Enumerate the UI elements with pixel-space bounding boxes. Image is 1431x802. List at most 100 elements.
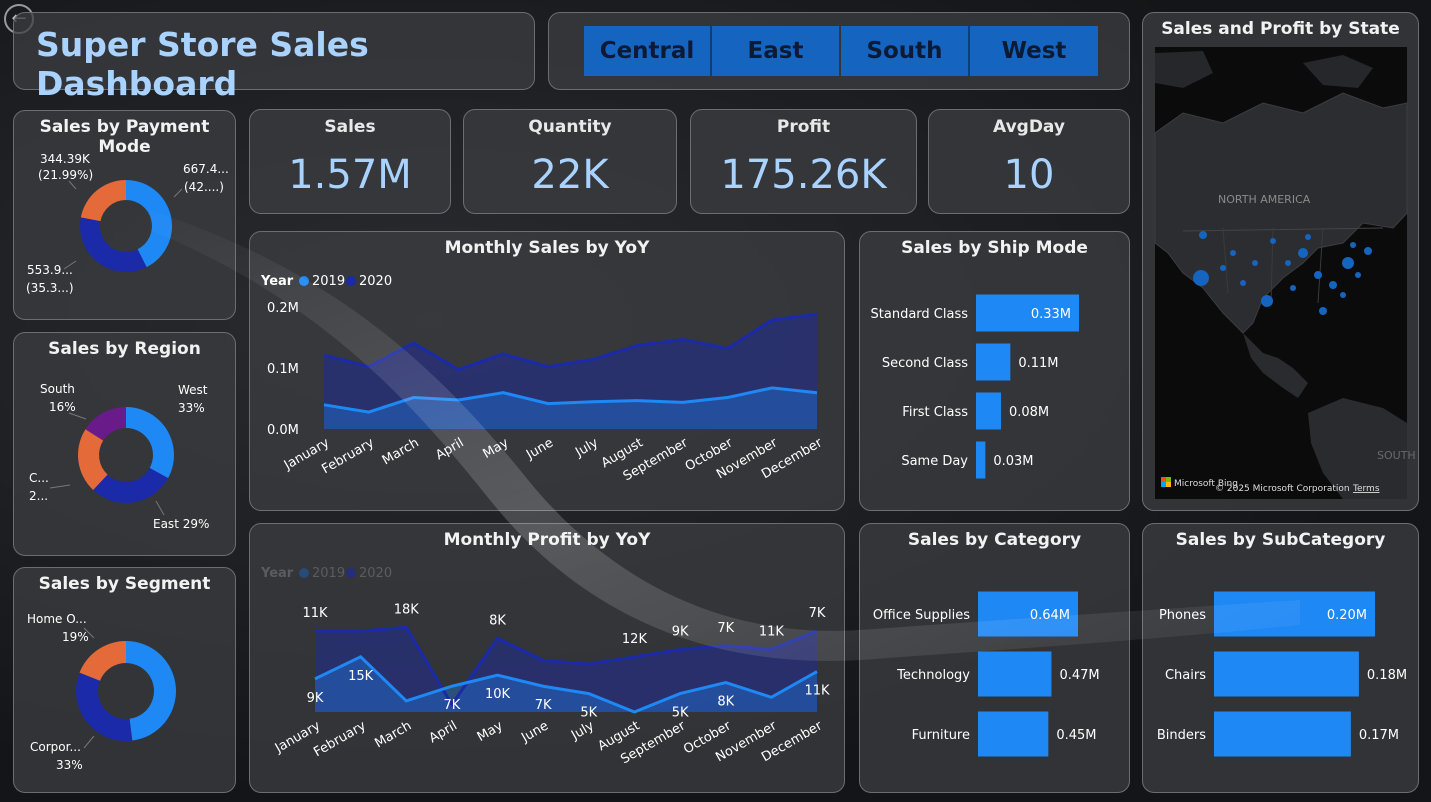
donut-label: East 29% [153, 517, 209, 531]
state-bubble[interactable] [1252, 260, 1258, 266]
donut-label: Home O... [27, 612, 87, 626]
region-card: Sales by Region South 16% West 33% C... … [13, 332, 236, 556]
segment-donut-chart: Home O... 19% Corpor... 33% [27, 612, 177, 772]
state-bubble[interactable] [1285, 260, 1291, 266]
subcategory-card: Sales by SubCategory Phones 0.20M Chairs 0.… [1142, 523, 1419, 793]
legend-title: Year [260, 566, 294, 581]
state-bubble[interactable] [1220, 265, 1226, 271]
y-tick: 0.0M [267, 423, 299, 438]
donut-slice[interactable] [126, 641, 177, 741]
state-bubble[interactable] [1342, 257, 1354, 269]
legend-swatch-2020 [346, 568, 356, 578]
data-label: 7K [535, 698, 552, 713]
bar[interactable] [978, 651, 1052, 697]
donut-slice[interactable] [80, 217, 147, 272]
bar[interactable] [976, 343, 1011, 381]
subcategory-chart: Phones 0.20M Chairs 0.18M Binders 0.17M [1157, 591, 1407, 757]
data-label: 8K [489, 613, 506, 628]
data-label: 7K [444, 698, 461, 713]
state-bubble[interactable] [1261, 295, 1273, 307]
data-label: 0.03M [993, 454, 1033, 469]
state-bubble[interactable] [1290, 285, 1296, 291]
data-label: 9K [672, 624, 689, 639]
legend-2020: 2020 [359, 566, 392, 581]
state-bubble[interactable] [1270, 238, 1276, 244]
donut-label: (42....) [184, 180, 224, 194]
filter-button-south[interactable]: South [841, 26, 969, 76]
state-bubble[interactable] [1199, 231, 1207, 239]
state-bubble[interactable] [1305, 234, 1311, 240]
data-label: 0.08M [1009, 405, 1049, 420]
title-card: Super Store Sales Dashboard [13, 12, 535, 103]
kpi-profit-card: Profit 175.26K [690, 109, 917, 214]
donut-slice[interactable] [80, 180, 126, 222]
bing-logo-icon [1166, 482, 1171, 487]
state-bubble[interactable] [1319, 307, 1327, 315]
data-label: 11K [759, 624, 785, 639]
kpi-label: Profit [776, 117, 831, 137]
state-bubble[interactable] [1193, 270, 1209, 286]
legend-swatch-2019 [299, 276, 309, 286]
data-label: 0.45M [1056, 728, 1096, 743]
state-bubble[interactable] [1230, 250, 1236, 256]
bar[interactable] [976, 441, 986, 479]
filter-button-east[interactable]: East [712, 26, 840, 76]
category-label: Standard Class [871, 307, 969, 322]
x-tick: February [311, 718, 369, 760]
category-label: Binders [1157, 728, 1206, 743]
state-bubble[interactable] [1364, 247, 1372, 255]
data-label: 0.11M [1018, 356, 1058, 371]
bar[interactable] [1214, 711, 1351, 757]
x-tick: April [433, 435, 466, 463]
kpi-sales-card: Sales 1.57M [249, 109, 451, 214]
legend-2019: 2019 [312, 274, 345, 289]
donut-label: 33% [56, 758, 83, 772]
data-label: 0.64M [1030, 608, 1070, 623]
monthly-sales-chart: Year 2019 2020 0.2M 0.1M 0.0M JanuaryFeb… [260, 274, 826, 484]
donut-label: (21.99%) [38, 168, 93, 182]
data-label: 12K [622, 632, 648, 647]
kpi-label: Sales [324, 117, 376, 137]
donut-slice[interactable] [75, 672, 133, 741]
map-terms-link[interactable]: Terms [1352, 484, 1380, 494]
filter-button-west[interactable]: West [970, 26, 1098, 76]
bar[interactable] [976, 392, 1001, 430]
monthly-sales-card: Monthly Sales by YoY Year 2019 2020 0.2M… [249, 231, 845, 511]
filter-button-central[interactable]: Central [584, 26, 711, 76]
state-map[interactable]: NORTH AMERICA SOUTH Microsoft Bing © 202… [1143, 13, 1420, 512]
map-region-label: SOUTH [1377, 449, 1416, 462]
bing-logo-icon [1161, 482, 1166, 487]
category-label: Second Class [882, 356, 968, 371]
data-label: 11K [302, 606, 328, 621]
x-tick: June [518, 718, 551, 746]
monthly-profit-card: Monthly Profit by YoY Year 2019 2020 11K… [249, 523, 845, 793]
bar[interactable] [1214, 651, 1359, 697]
kpi-value: 1.57M [288, 152, 412, 198]
bar[interactable] [978, 711, 1049, 757]
payment-donut-chart: 344.39K (21.99%) 667.4... (42....) 553.9… [26, 152, 229, 295]
region-filter-card: Central East South West [548, 12, 1130, 90]
donut-slice[interactable] [79, 641, 126, 681]
state-bubble[interactable] [1350, 242, 1356, 248]
kpi-value: 175.26K [720, 152, 887, 198]
state-bubble[interactable] [1314, 271, 1322, 279]
legend-2020: 2020 [359, 274, 392, 289]
category-card: Sales by Category Office Supplies 0.64M Te… [859, 523, 1130, 793]
kpi-value: 10 [1003, 152, 1055, 198]
donut-label: 2... [29, 489, 48, 503]
donut-label: Corpor... [30, 740, 81, 754]
x-tick: May [475, 718, 506, 745]
state-bubble[interactable] [1340, 292, 1346, 298]
state-bubble[interactable] [1298, 248, 1308, 258]
donut-slice[interactable] [126, 407, 174, 479]
data-label: 0.18M [1367, 668, 1407, 683]
category-label: Office Supplies [873, 608, 970, 623]
state-bubble[interactable] [1240, 280, 1246, 286]
category-label: Furniture [912, 728, 970, 743]
state-bubble[interactable] [1329, 281, 1337, 289]
x-tick: May [480, 435, 511, 462]
data-label: 0.20M [1327, 608, 1367, 623]
data-label: 8K [717, 695, 734, 710]
state-bubble[interactable] [1355, 272, 1361, 278]
kpi-value: 22K [531, 152, 609, 198]
